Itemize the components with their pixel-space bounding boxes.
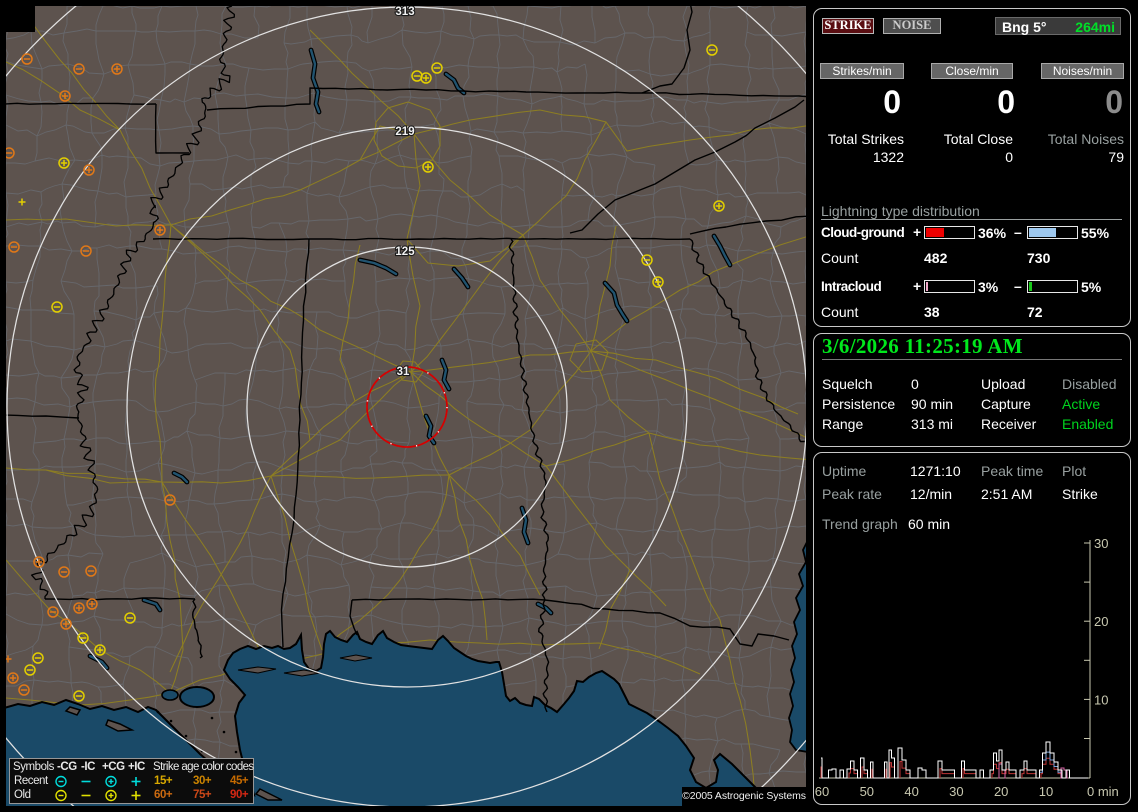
svg-text:40: 40: [904, 784, 918, 799]
svg-text:10: 10: [1039, 784, 1053, 799]
svg-text:219: 219: [395, 126, 414, 138]
svg-text:31: 31: [397, 366, 410, 378]
svg-text:30: 30: [949, 784, 963, 799]
svg-text:313: 313: [395, 6, 414, 18]
svg-text:50: 50: [860, 784, 874, 799]
svg-text:60: 60: [815, 784, 829, 799]
svg-text:125: 125: [395, 246, 415, 258]
svg-text:0 min: 0 min: [1087, 784, 1119, 799]
svg-text:20: 20: [994, 784, 1008, 799]
svg-text:10: 10: [1094, 692, 1108, 707]
svg-text:20: 20: [1094, 614, 1108, 629]
svg-text:30: 30: [1094, 536, 1108, 551]
